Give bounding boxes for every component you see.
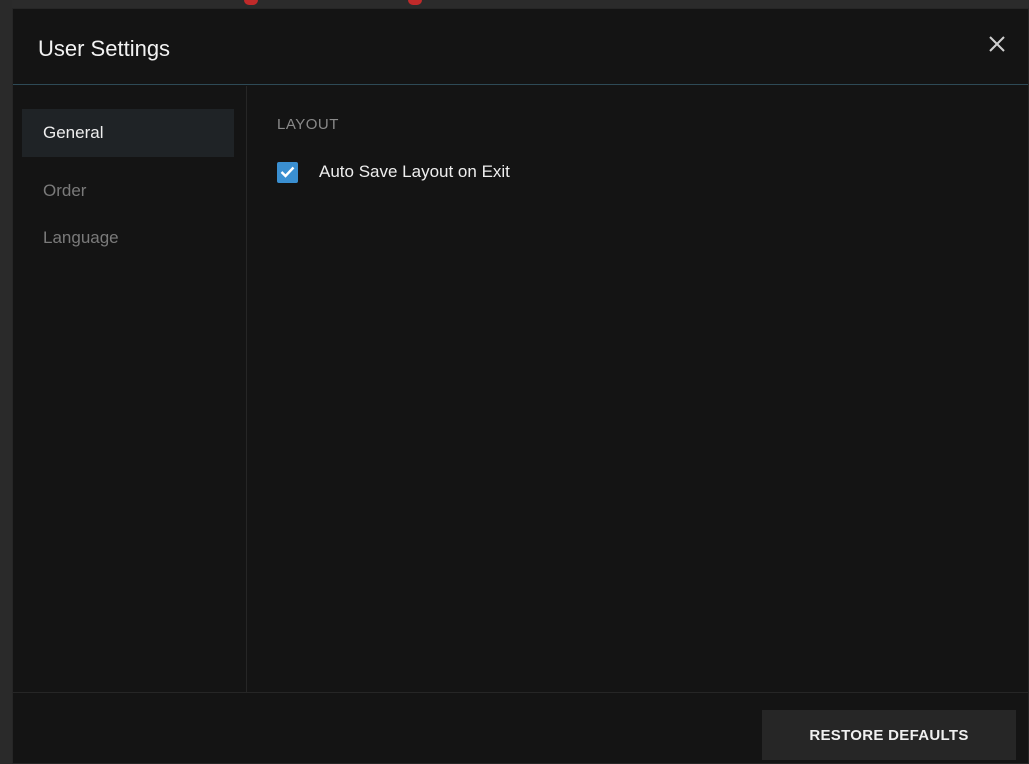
dialog-header: User Settings xyxy=(13,9,1028,85)
close-button[interactable] xyxy=(984,31,1010,57)
sidebar-item-order[interactable]: Order xyxy=(22,167,234,215)
sidebar-item-language[interactable]: Language xyxy=(22,214,234,262)
settings-content: LAYOUT Auto Save Layout on Exit xyxy=(248,86,1028,692)
background-indicator xyxy=(244,0,258,5)
auto-save-layout-label: Auto Save Layout on Exit xyxy=(319,162,510,181)
sidebar-item-general[interactable]: General xyxy=(22,109,234,157)
dialog-footer: RESTORE DEFAULTS xyxy=(13,692,1028,764)
close-icon xyxy=(989,36,1005,52)
dialog-title: User Settings xyxy=(38,36,171,61)
checkmark-icon xyxy=(280,166,295,178)
section-title-layout: LAYOUT xyxy=(277,116,339,133)
background-indicator xyxy=(408,0,422,5)
background-app-edge xyxy=(0,0,12,764)
auto-save-layout-checkbox[interactable] xyxy=(277,161,298,183)
user-settings-dialog: User Settings General Order Language LAY… xyxy=(12,8,1029,764)
background-app-topbar xyxy=(12,0,1029,8)
settings-sidebar: General Order Language xyxy=(13,86,247,692)
restore-defaults-button[interactable]: RESTORE DEFAULTS xyxy=(762,710,1016,760)
auto-save-layout-option[interactable]: Auto Save Layout on Exit xyxy=(277,160,510,184)
